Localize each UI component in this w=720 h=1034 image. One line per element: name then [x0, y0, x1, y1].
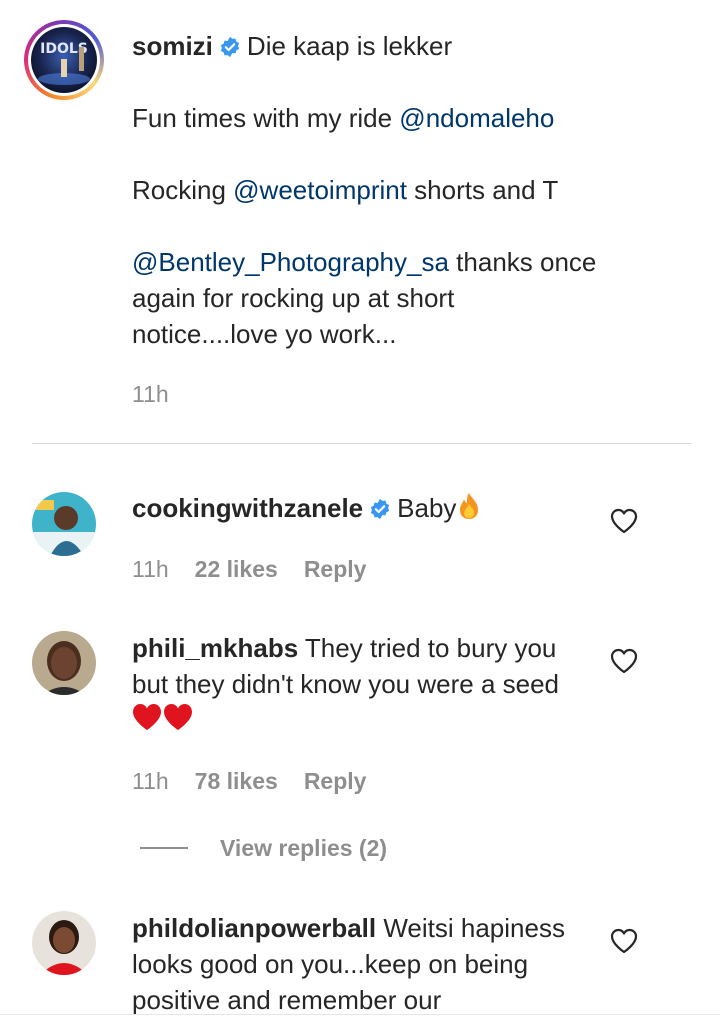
view-replies-line: [140, 847, 188, 849]
caption-text: somizi Die kaap is lekker Fun times with …: [132, 28, 602, 352]
caption-time: 11h: [132, 381, 169, 407]
avatar-phildolianpowerball[interactable]: [32, 911, 96, 975]
comment-meta: 11h 78 likes Reply: [132, 768, 392, 795]
story-ring-avatar[interactable]: IDOLS: [24, 20, 104, 100]
comment-text: phildolianpowerball Weitsi hapiness look…: [132, 910, 592, 1018]
view-replies-button[interactable]: View replies (2): [140, 833, 387, 863]
mention-ndomaleho[interactable]: @ndomaleho: [399, 103, 554, 133]
view-replies-label: View replies (2): [220, 834, 388, 861]
avatar-somizi[interactable]: IDOLS: [31, 27, 97, 93]
caption-line-2: Fun times with my ride: [132, 103, 400, 133]
comment-time: 11h: [132, 556, 169, 582]
comment-username[interactable]: cookingwithzanele: [132, 493, 363, 523]
caption-divider: [32, 443, 692, 444]
heart-outline-icon[interactable]: [610, 508, 638, 534]
avatar-cookingwithzanele[interactable]: [32, 492, 96, 556]
comment-text: cookingwithzanele Baby: [132, 490, 602, 526]
caption-first-line: Die kaap is lekker: [246, 31, 453, 61]
reply-button[interactable]: Reply: [304, 768, 367, 794]
verified-badge-icon: [220, 36, 240, 58]
mention-bentley-photography[interactable]: @Bentley_Photography_sa: [132, 247, 449, 277]
comment-text: phili_mkhabs They tried to bury you but …: [132, 630, 592, 738]
comment-meta: 11h 22 likes Reply: [132, 556, 392, 583]
comment-body: Baby: [397, 493, 457, 523]
fire-emoji-icon: [460, 493, 479, 519]
caption-meta: 11h: [132, 381, 195, 408]
comment-username[interactable]: phili_mkhabs: [132, 633, 298, 663]
comment-likes[interactable]: 78 likes: [195, 768, 278, 794]
avatar-phili-mkhabs[interactable]: [32, 631, 96, 695]
reply-button[interactable]: Reply: [304, 556, 367, 582]
bottom-edge: [0, 1014, 720, 1015]
comment-time: 11h: [132, 768, 169, 794]
caption-username[interactable]: somizi: [132, 31, 213, 61]
caption-line-3b: shorts and T: [406, 175, 559, 205]
heart-outline-icon[interactable]: [610, 928, 638, 954]
mention-weetoimprint[interactable]: @weetoimprint: [233, 175, 407, 205]
verified-badge-icon: [370, 498, 390, 520]
red-heart-emoji-icon: [133, 704, 192, 730]
comment-likes[interactable]: 22 likes: [195, 556, 278, 582]
caption-line-3a: Rocking: [132, 175, 234, 205]
comment-username[interactable]: phildolianpowerball: [132, 913, 376, 943]
heart-outline-icon[interactable]: [610, 648, 638, 674]
